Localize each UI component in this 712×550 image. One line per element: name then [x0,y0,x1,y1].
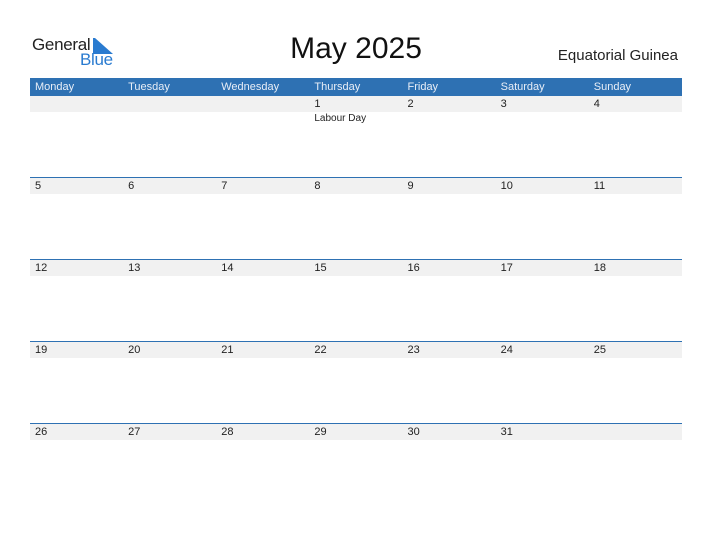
events-row: Labour Day [30,112,682,126]
day-number: 6 [128,180,135,192]
calendar-grid: Monday Tuesday Wednesday Thursday Friday… [30,78,682,505]
day-number: 15 [314,262,327,274]
day-number: 21 [221,344,234,356]
day-number: 14 [221,262,234,274]
week-row: 12 13 14 15 16 17 18 [30,259,682,341]
day-number: 2 [407,98,414,110]
day-number: 20 [128,344,141,356]
day-number: 31 [500,426,513,438]
day-number: 4 [593,98,600,110]
day-number: 11 [593,180,606,192]
day-number: 19 [35,344,48,356]
week-row: 19 20 21 22 23 24 25 [30,341,682,423]
day-number: 1 [314,98,321,110]
day-number: 23 [407,344,420,356]
day-number: 9 [407,180,414,192]
day-number: 27 [128,426,141,438]
weekday-tuesday: Tuesday [128,81,170,93]
holiday-label [30,112,123,126]
day-number [589,424,682,440]
weekday-friday: Friday [407,81,439,93]
weekday-monday: Monday [35,81,75,93]
day-number: 18 [593,262,606,274]
holiday-label [589,112,682,126]
weekday-sunday: Sunday [593,81,632,93]
day-number: 28 [221,426,234,438]
week-row: 26 27 28 29 30 31 [30,423,682,505]
holiday-label: Labour Day [314,113,367,124]
week-row: 1 2 3 4 Labour Day [30,96,682,177]
week-row: 5 6 7 8 9 10 11 [30,177,682,259]
day-number [30,96,123,112]
country-name: Equatorial Guinea [557,47,678,64]
day-number: 16 [407,262,420,274]
date-band: 19 20 21 22 23 24 25 [30,342,682,358]
weekday-saturday: Saturday [500,81,545,93]
day-number: 10 [500,180,513,192]
holiday-label [403,112,496,126]
holiday-label [496,112,589,126]
day-number: 24 [500,344,513,356]
weekday-thursday: Thursday [314,81,361,93]
day-number: 25 [593,344,606,356]
day-number: 26 [35,426,48,438]
day-number: 12 [35,262,48,274]
weekday-wednesday: Wednesday [221,81,280,93]
day-number: 5 [35,180,42,192]
day-number: 22 [314,344,327,356]
day-number: 17 [500,262,513,274]
holiday-label [123,112,216,126]
day-number: 30 [407,426,420,438]
date-band: 26 27 28 29 30 31 [30,424,682,440]
day-number: 13 [128,262,141,274]
date-band: 12 13 14 15 16 17 18 [30,260,682,276]
weekday-header: Monday Tuesday Wednesday Thursday Friday… [30,78,682,96]
day-number: 29 [314,426,327,438]
day-number: 3 [500,98,507,110]
day-number: 8 [314,180,321,192]
day-number [123,96,216,112]
day-number: 7 [221,180,228,192]
date-band: 1 2 3 4 [30,96,682,112]
date-band: 5 6 7 8 9 10 11 [30,178,682,194]
day-number [216,96,309,112]
holiday-label [216,112,309,126]
